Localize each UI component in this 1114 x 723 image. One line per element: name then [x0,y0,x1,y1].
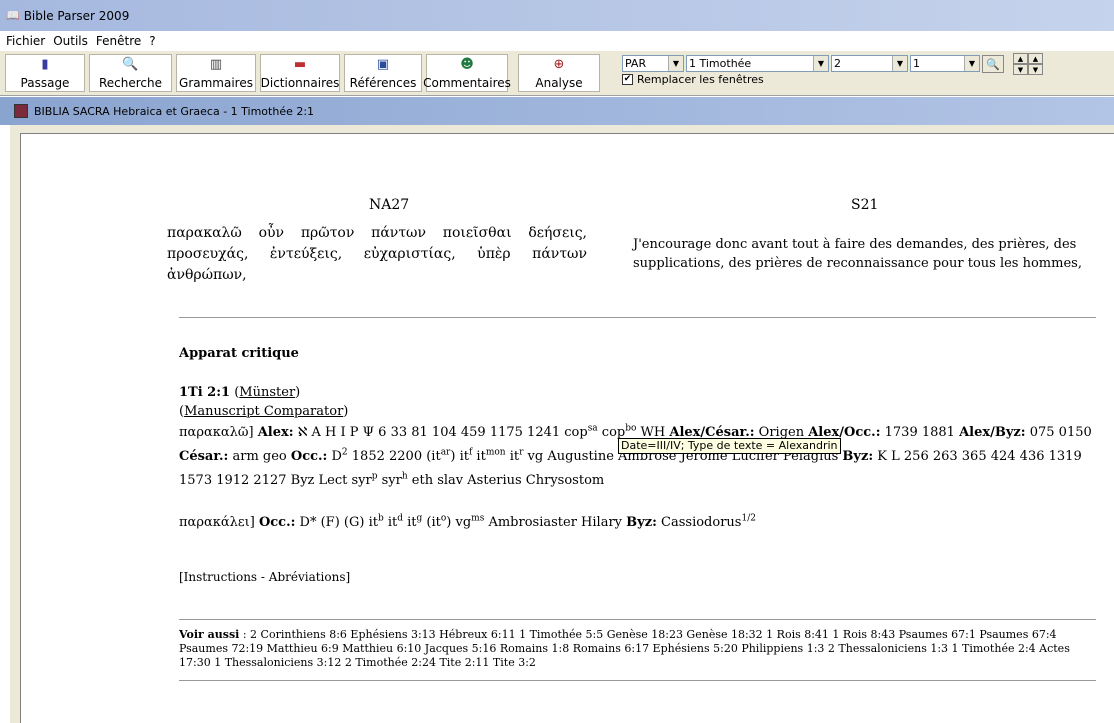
left-column-header: NA27 [369,197,410,213]
right-column-header: S21 [851,197,879,213]
dictionnaires-button[interactable]: ▬ Dictionnaires [260,54,340,92]
manuscript-tooltip: Date=III/IV; Type de texte = Alexandrin [618,438,841,454]
reference-icon: ▣ [376,57,390,72]
verse-reference: 1Ti 2:1 (Münster) (Manuscript Comparator… [179,385,349,419]
chevron-down-icon: ▼ [668,56,683,71]
comment-icon: ☻ [460,57,474,72]
app-book-icon: 📖 [6,9,20,22]
divider [179,317,1096,318]
chapter-select[interactable]: 2 ▼ [831,55,908,72]
analysis-icon: ⊕ [553,57,565,72]
book-select[interactable]: 1 Timothée ▼ [686,55,829,72]
go-search-button[interactable]: 🔍 [982,55,1004,73]
app-titlebar: 📖 Bible Parser 2009 [0,0,1114,31]
commentaires-button[interactable]: ☻ Commentaires [423,54,511,92]
verse-select[interactable]: 1 ▼ [910,55,980,72]
munster-link[interactable]: Münster [239,385,295,400]
replace-windows-checkbox[interactable]: ✔ Remplacer les fenêtres [622,73,764,86]
search-icon: 🔍 [986,57,1000,71]
manuscript-comparator-link[interactable]: Manuscript Comparator [184,404,343,419]
document-content: NA27 S21 παρακαλῶ οὖν πρῶτον πάντων ποιε… [20,133,1114,723]
grammaires-button[interactable]: ▥ Grammaires [176,54,256,92]
checkmark-icon: ✔ [622,74,633,85]
up-arrow-icon: ▲ [1017,54,1024,63]
references-button[interactable]: ▣ Références [344,54,422,92]
window-book-icon [14,104,28,118]
prev-verse-down-button[interactable]: ▼ [1013,64,1028,75]
chevron-down-icon: ▼ [813,56,828,71]
menu-outils[interactable]: Outils [53,34,88,48]
window-title: BIBLIA SACRA Hebraica et Graeca - 1 Timo… [34,104,315,118]
divider [179,680,1096,681]
version-select[interactable]: PAR ▼ [622,55,684,72]
dictionary-icon: ▬ [293,57,307,72]
app-title: Bible Parser 2009 [23,8,130,23]
analyse-button[interactable]: ⊕ Analyse [518,54,600,92]
see-also-references[interactable]: : 2 Corinthiens 8:6 Ephésiens 3:13 Hébre… [179,628,1070,669]
down-arrow-icon: ▼ [1032,65,1039,74]
book-icon: ▮ [41,57,49,72]
instructions-link[interactable]: [Instructions - Abréviations] [179,570,350,584]
menu-bar: Fichier Outils Fenêtre ? [0,31,1114,51]
menu-help[interactable]: ? [149,34,155,48]
next-verse-down-button[interactable]: ▼ [1028,64,1043,75]
next-verse-button[interactable]: ▲ [1028,53,1043,64]
ref-label: 1Ti 2:1 [179,385,231,400]
see-also-section: Voir aussi : 2 Corinthiens 8:6 Ephésiens… [179,628,1099,670]
variant-parakalo: παρακαλῶ] Alex: ℵ A H I P Ψ 6 33 81 104 … [179,423,1092,488]
books-icon: ▥ [209,57,223,72]
see-also-label: Voir aussi [179,628,240,641]
variant-parakalei: παρακάλει] Occ.: D* (F) (G) itb itd itg … [179,513,756,530]
french-verse-text: J'encourage donc avant tout à faire des … [633,237,1082,271]
greek-verse-text: παρακαλῶ οὖν πρῶτον πάντων ποιεῖσθαι δεή… [167,225,587,283]
up-arrow-icon: ▲ [1032,54,1039,63]
toolbar: ▮ Passage 🔍 Recherche ▥ Grammaires ▬ Dic… [0,51,1114,96]
prev-verse-button[interactable]: ▲ [1013,53,1028,64]
passage-button[interactable]: ▮ Passage [5,54,85,92]
apparatus-title: Apparat critique [179,346,299,361]
recherche-button[interactable]: 🔍 Recherche [89,54,172,92]
menu-fenetre[interactable]: Fenêtre [96,34,141,48]
magnifier-icon: 🔍 [122,57,139,72]
divider [179,619,1096,620]
chevron-down-icon: ▼ [892,56,907,71]
menu-fichier[interactable]: Fichier [6,34,45,48]
chevron-down-icon: ▼ [964,56,979,71]
document-window-titlebar: BIBLIA SACRA Hebraica et Graeca - 1 Timo… [0,97,1114,125]
down-arrow-icon: ▼ [1017,65,1024,74]
